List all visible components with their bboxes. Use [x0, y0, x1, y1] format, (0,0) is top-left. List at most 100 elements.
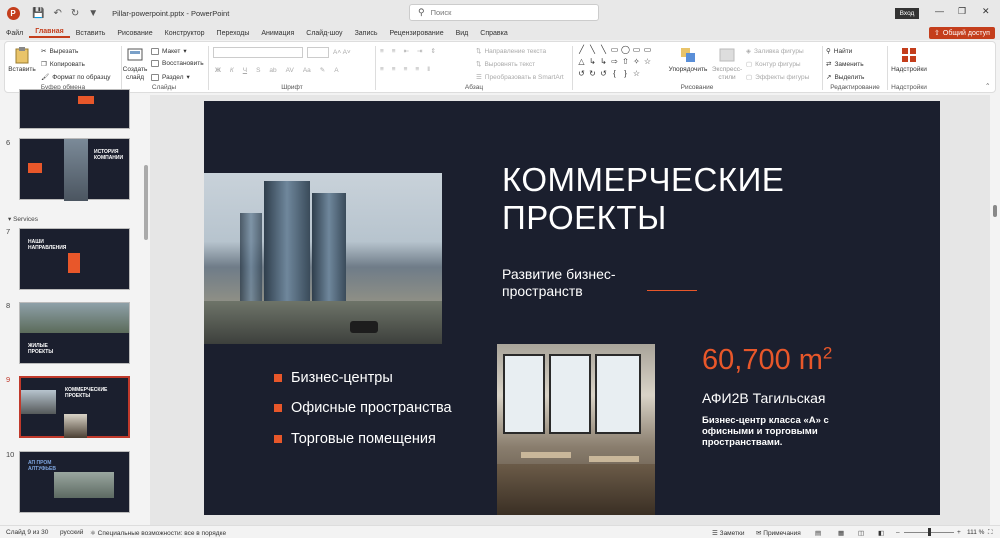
bold-button[interactable]: Ж — [215, 67, 221, 74]
fit-slide-icon[interactable]: ⛶ — [988, 529, 993, 537]
indent-icon[interactable]: ⇤ — [404, 47, 409, 55]
redo-icon[interactable]: ↻ — [71, 8, 79, 19]
align-text-button[interactable]: ⇅ Выровнять текст — [476, 60, 535, 69]
accessibility-label: Специальные возможности: все в порядке — [97, 530, 227, 537]
search-box[interactable]: ⚲ Поиск — [409, 4, 599, 21]
justify-icon[interactable]: ≡ — [415, 66, 419, 73]
font-size-input[interactable] — [307, 47, 329, 58]
shadow-icon[interactable]: ab — [269, 67, 276, 74]
highlight-icon[interactable]: ✎ — [320, 66, 325, 74]
spacing-icon[interactable]: AV — [286, 67, 294, 74]
new-slide-button[interactable]: Создать слайд — [123, 46, 147, 82]
skyscraper-photo[interactable] — [204, 173, 442, 344]
section-button[interactable]: Раздел ▾ — [151, 73, 190, 81]
normal-view-icon[interactable]: ▤ — [815, 529, 821, 537]
format-painter-button[interactable]: 🖌 Формат по образцу — [41, 73, 111, 82]
tab-11[interactable]: Справка — [474, 30, 513, 37]
italic-button[interactable]: К — [230, 67, 234, 74]
tab-9[interactable]: Рецензирование — [384, 30, 450, 37]
tab-2[interactable]: Вставить — [70, 30, 112, 37]
layout-button[interactable]: Макет ▾ — [151, 47, 187, 55]
align-left-icon[interactable]: ≡ — [380, 66, 384, 73]
find-icon: ⚲ — [826, 48, 831, 55]
paste-button[interactable]: Вставить — [8, 46, 36, 74]
tab-0[interactable]: Файл — [0, 30, 29, 37]
bullet-item: Офисные пространства — [274, 400, 452, 416]
share-button[interactable]: ⇧ Общий доступ — [929, 27, 995, 39]
font-grow-button[interactable]: A˄ A˅ — [333, 49, 351, 56]
maximize-icon[interactable]: ❐ — [958, 6, 966, 17]
tab-3[interactable]: Рисование — [111, 30, 158, 37]
quick-styles-button[interactable]: Экспресс- стили — [710, 46, 744, 82]
case-icon[interactable]: Aa — [303, 67, 311, 74]
accessibility-status[interactable]: ⚛ Специальные возможности: все в порядке — [90, 529, 226, 537]
slide-thumbnail-6[interactable]: ИСТОРИЯ КОМПАНИИ — [19, 138, 130, 201]
panel-scrollbar[interactable] — [143, 95, 150, 525]
numbering-icon[interactable]: ≡ — [392, 48, 396, 55]
slide-thumbnail-9[interactable]: КОММЕРЧЕСКИЕ ПРОЕКТЫ — [19, 376, 130, 438]
addins-button[interactable]: Надстройки — [891, 46, 927, 74]
close-icon[interactable]: ✕ — [982, 6, 990, 17]
tab-7[interactable]: Слайд-шоу — [300, 30, 348, 37]
shape-outline-button[interactable]: ▢ Контур фигуры — [746, 60, 801, 69]
slide-sorter-icon[interactable]: ▦ — [838, 529, 844, 537]
select-button[interactable]: ↗ Выделить — [826, 73, 864, 82]
outdent-icon[interactable]: ⇥ — [417, 47, 422, 55]
bullets-icon[interactable]: ≡ — [380, 48, 384, 55]
current-slide[interactable]: КОММЕРЧЕСКИЕ ПРОЕКТЫ Развитие бизнес- пр… — [204, 101, 940, 515]
layout-icon — [151, 47, 159, 55]
section-header[interactable]: ▾ Services — [8, 215, 38, 223]
slide-thumbnail-7[interactable]: НАШИ НАПРАВЛЕНИЯ — [19, 228, 130, 290]
customize-toolbar-icon[interactable]: ▼ — [88, 8, 98, 19]
text-direction-button[interactable]: ⇅ Направление текста — [476, 47, 546, 56]
filename: Pillar-powerpoint.pptx — [112, 8, 185, 18]
font-color-icon[interactable]: A — [334, 67, 338, 74]
align-center-icon[interactable]: ≡ — [392, 66, 396, 73]
zoom-slider-thumb[interactable] — [928, 528, 931, 536]
notes-button[interactable]: ☰ Заметки — [712, 529, 745, 537]
scissors-icon: ✂ — [41, 48, 47, 55]
slide-number: 6 — [6, 138, 11, 147]
shape-fill-button[interactable]: ◈ Заливка фигуры — [746, 47, 804, 56]
slide-thumbnail-5[interactable] — [19, 89, 130, 129]
strike-button[interactable]: S — [256, 67, 260, 74]
tab-10[interactable]: Вид — [450, 30, 475, 37]
line-spacing-icon[interactable]: ⇕ — [431, 47, 436, 55]
editor-scrollbar[interactable] — [990, 95, 1000, 525]
language-indicator[interactable]: русский — [60, 529, 83, 536]
slide-thumbnail-10[interactable]: АП ПРОМ АЛТУФЬЕВ — [19, 451, 130, 513]
office-interior-photo[interactable] — [497, 344, 655, 515]
reset-button[interactable]: Восстановить — [151, 60, 204, 67]
replace-button[interactable]: ⇄ Заменить — [826, 60, 864, 69]
shape-effects-label: Эффекты фигуры — [755, 73, 810, 81]
tab-4[interactable]: Конструктор — [159, 30, 211, 37]
save-icon[interactable]: 💾 — [32, 8, 44, 19]
zoom-level[interactable]: 111 % — [967, 529, 984, 536]
copy-button[interactable]: ❐ Копировать — [41, 60, 85, 69]
login-button[interactable]: Вход — [895, 8, 919, 19]
shape-effects-button[interactable]: ▢ Эффекты фигуры — [746, 73, 810, 82]
font-name-input[interactable] — [213, 47, 303, 58]
align-right-icon[interactable]: ≡ — [404, 66, 408, 73]
zoom-out-icon[interactable]: – — [896, 529, 900, 536]
tab-6[interactable]: Анимация — [255, 30, 300, 37]
tab-5[interactable]: Переходы — [211, 30, 256, 37]
tab-1[interactable]: Главная — [29, 28, 70, 38]
comments-button[interactable]: ✉ Примечания — [756, 529, 801, 537]
undo-icon[interactable]: ↶ — [53, 8, 61, 19]
slideshow-icon[interactable]: ◧ — [878, 529, 884, 537]
find-button[interactable]: ⚲ Найти — [826, 47, 852, 56]
smartart-button[interactable]: ☰ Преобразовать в SmartArt — [476, 73, 564, 82]
reading-view-icon[interactable]: ◫ — [858, 529, 864, 537]
minimize-icon[interactable]: — — [935, 6, 944, 16]
underline-button[interactable]: Ч — [243, 67, 247, 74]
cut-button[interactable]: ✂ Вырезать — [41, 47, 78, 56]
columns-icon[interactable]: ‖ — [427, 66, 430, 73]
tab-8[interactable]: Запись — [349, 30, 384, 37]
zoom-in-icon[interactable]: + — [957, 529, 961, 536]
shapes-gallery[interactable]: ╱ ╲ ╲ ▭ ◯ ▭ ▭ △ ↳ ↳ ⇨ ⇧ ✧ ☆ ↺ ↻ ↺{} ☆ — [576, 45, 654, 81]
slide-thumbnail-8[interactable]: ЖИЛЫЕ ПРОЕКТЫ — [19, 302, 130, 364]
collapse-ribbon-icon[interactable]: ⌃ — [985, 82, 990, 90]
arrange-button[interactable]: Упорядочить — [668, 46, 708, 74]
divider — [572, 46, 573, 90]
